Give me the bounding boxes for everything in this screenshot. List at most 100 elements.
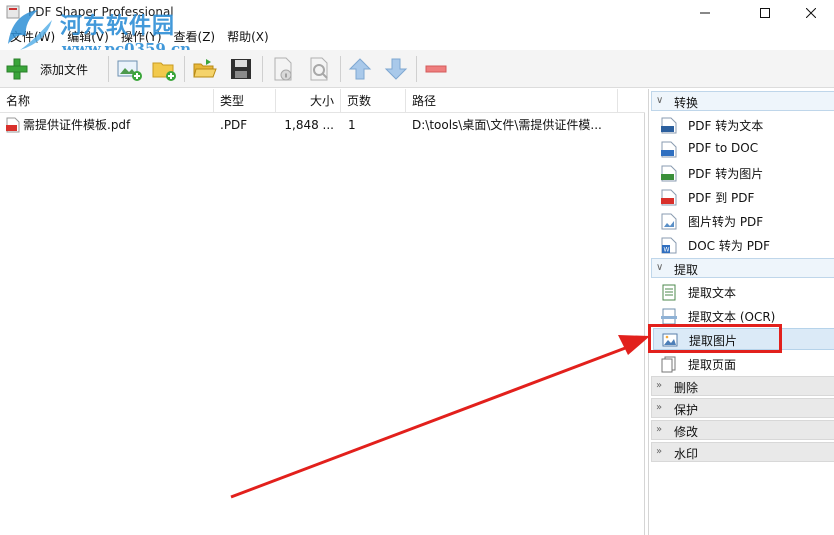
item-pdf-to-image[interactable]: PDF 转为图片	[653, 162, 834, 184]
add-folder-icon	[152, 62, 176, 81]
minimize-icon	[700, 12, 710, 14]
close-icon	[806, 8, 816, 18]
add-icon	[6, 58, 28, 80]
column-header-size[interactable]: 大小	[276, 89, 341, 113]
chevron-right-icon: »	[656, 402, 663, 413]
chevron-down-icon: ∨	[656, 262, 664, 273]
preview-button[interactable]	[306, 54, 332, 84]
image-icon	[662, 333, 678, 347]
add-image-button[interactable]	[116, 54, 142, 84]
group-modify-label: 修改	[674, 425, 699, 439]
item-doc-to-pdf[interactable]: W DOC 转为 PDF	[653, 234, 834, 256]
remove-icon	[425, 65, 447, 73]
item-label: 提取文本	[688, 286, 737, 300]
group-delete-label: 删除	[674, 381, 699, 395]
add-file-button[interactable]: 添加文件	[4, 54, 88, 84]
item-image-to-pdf[interactable]: 图片转为 PDF	[653, 210, 834, 232]
scanner-icon	[661, 308, 677, 325]
item-pdf-to-text[interactable]: PDF 转为文本	[653, 114, 834, 136]
preview-icon	[310, 57, 328, 81]
menu-edit[interactable]: 编辑(V)	[61, 26, 115, 48]
move-down-icon	[384, 58, 408, 80]
maximize-icon	[760, 8, 770, 18]
item-label: 提取文本 (OCR)	[688, 310, 776, 324]
text-document-icon	[662, 284, 676, 301]
file-size: 1,848 ...	[284, 118, 334, 132]
item-label: PDF 转为文本	[688, 119, 764, 133]
title-bar: PDF Shaper Professional	[0, 0, 834, 26]
window-title: PDF Shaper Professional	[28, 5, 174, 19]
file-type: .PDF	[220, 118, 248, 132]
pages-icon	[661, 356, 676, 373]
save-icon	[231, 59, 251, 79]
remove-button[interactable]	[423, 54, 449, 84]
group-extract[interactable]: ∨ 提取	[651, 258, 834, 278]
item-extract-text-ocr[interactable]: 提取文本 (OCR)	[653, 305, 834, 327]
item-label: 提取图片	[689, 334, 738, 348]
column-header-pages[interactable]: 页数	[341, 89, 406, 113]
column-header-path[interactable]: 路径	[406, 89, 618, 113]
item-extract-pages[interactable]: 提取页面	[653, 353, 834, 375]
menu-view[interactable]: 查看(Z)	[168, 26, 222, 48]
pdf-file-icon	[661, 189, 677, 206]
maximize-button[interactable]	[742, 0, 788, 26]
item-label: PDF to DOC	[688, 141, 759, 155]
add-file-label: 添加文件	[40, 62, 89, 77]
jpg-file-icon	[661, 165, 677, 182]
file-list[interactable]: 名称 类型 大小 页数 路径 需提供证件模板.pdf .PDF 1,848 ..…	[0, 89, 645, 535]
group-watermark-label: 水印	[674, 447, 699, 461]
app-icon	[6, 5, 20, 19]
group-watermark[interactable]: » 水印	[651, 442, 834, 462]
group-modify[interactable]: » 修改	[651, 420, 834, 440]
toolbar-separator	[262, 56, 263, 82]
item-extract-images[interactable]: 提取图片	[653, 328, 834, 350]
group-protect-label: 保护	[674, 403, 699, 417]
close-button[interactable]	[788, 0, 834, 26]
menu-action[interactable]: 操作(Y)	[115, 26, 168, 48]
info-button[interactable]	[270, 54, 296, 84]
move-up-icon	[348, 58, 372, 80]
open-folder-icon	[193, 59, 217, 78]
pdf-file-icon	[6, 117, 20, 133]
item-label: PDF 转为图片	[688, 167, 764, 181]
group-convert-label: 转换	[674, 96, 699, 110]
column-header-name[interactable]: 名称	[0, 89, 214, 113]
image-file-icon	[661, 213, 677, 230]
chevron-right-icon: »	[656, 380, 663, 391]
item-pdf-to-pdf[interactable]: PDF 到 PDF	[653, 186, 834, 208]
item-pdf-to-doc[interactable]: PDF to DOC	[653, 138, 834, 160]
word-file-icon: W	[661, 237, 677, 254]
minimize-button[interactable]	[682, 0, 728, 26]
table-row[interactable]: 需提供证件模板.pdf .PDF 1,848 ... 1 D:\tools\桌面…	[0, 115, 645, 135]
info-icon	[274, 57, 292, 81]
file-pages: 1	[348, 118, 356, 132]
move-down-button[interactable]	[383, 54, 409, 84]
menu-bar: 文件(W) 编辑(V) 操作(Y) 查看(Z) 帮助(X)	[0, 26, 834, 48]
add-folder-button[interactable]	[151, 54, 177, 84]
move-up-button[interactable]	[347, 54, 373, 84]
txt-file-icon	[661, 117, 677, 134]
item-label: 图片转为 PDF	[688, 215, 764, 229]
column-header-type[interactable]: 类型	[214, 89, 276, 113]
action-panel: ∨ 转换 PDF 转为文本 PDF to DOC PDF 转为图片 PDF 到 …	[648, 89, 834, 535]
file-name: 需提供证件模板.pdf	[23, 118, 131, 132]
chevron-down-icon: ∨	[656, 95, 664, 106]
toolbar-separator	[108, 56, 109, 82]
add-image-icon	[117, 60, 142, 81]
doc-file-icon	[661, 141, 677, 158]
save-button[interactable]	[228, 54, 254, 84]
svg-text:W: W	[664, 247, 670, 254]
file-path: D:\tools\桌面\文件\需提供证件模...	[412, 118, 602, 132]
group-delete[interactable]: » 删除	[651, 376, 834, 396]
item-label: PDF 到 PDF	[688, 191, 755, 205]
toolbar-separator	[184, 56, 185, 82]
item-extract-text[interactable]: 提取文本	[653, 281, 834, 303]
menu-file[interactable]: 文件(W)	[4, 26, 61, 48]
item-label: 提取页面	[688, 358, 737, 372]
toolbar-separator	[416, 56, 417, 82]
group-protect[interactable]: » 保护	[651, 398, 834, 418]
group-convert[interactable]: ∨ 转换	[651, 91, 834, 111]
menu-help[interactable]: 帮助(X)	[221, 26, 275, 48]
open-folder-button[interactable]	[192, 54, 218, 84]
toolbar-separator	[340, 56, 341, 82]
